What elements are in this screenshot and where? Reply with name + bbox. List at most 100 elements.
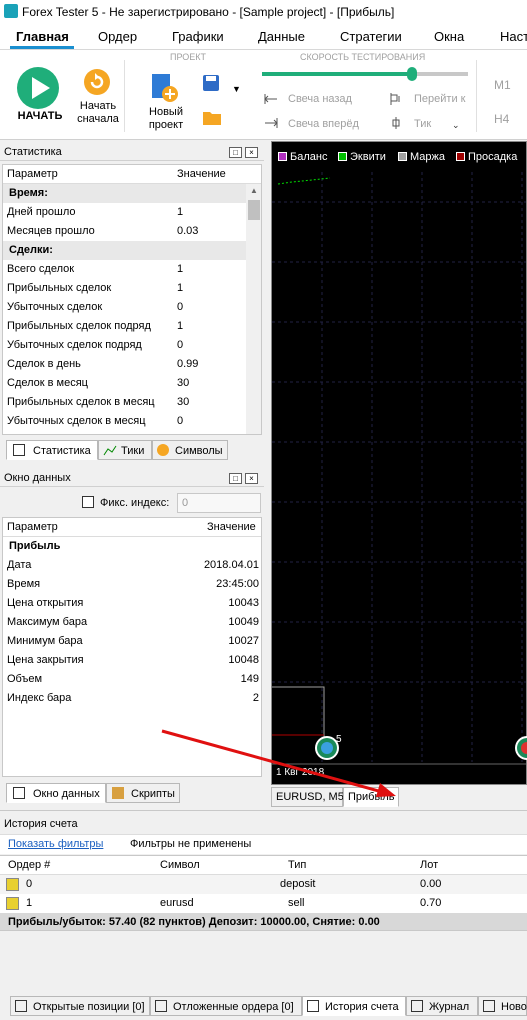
data-row[interactable]: Время 23:45:00 [3,575,261,594]
stats-grid: Параметр Значение Время: Дней прошло 1 Меся… [2,164,262,435]
speed-slider-thumb[interactable] [407,67,418,81]
tab-data[interactable]: Данные [258,29,305,44]
new-project-label[interactable]: Новый проект [140,106,192,132]
stats-row[interactable]: Месяцев прошло 0.03 [3,222,246,241]
restart-label[interactable]: Начать сначала [74,100,122,126]
title-bar: Forex Tester 5 - Не зарегистрировано - [… [0,0,527,24]
tab-windows[interactable]: Окна [434,29,464,44]
history-title: История счета [4,818,78,830]
start-label[interactable]: НАЧАТЬ [14,110,66,123]
history-row[interactable]: 1 eurusd sell 0.70 [0,894,527,913]
stats-param: Прибыльных сделок [7,282,112,294]
restart-icon [84,69,110,95]
timeframe-h4[interactable]: H4 [494,112,509,126]
stats-row[interactable]: Сделок в день 0.99 [3,355,246,374]
project-group-label: ПРОЕКТ [170,52,207,62]
data-value: 10043 [228,597,259,609]
stats-param: Убыточных сделок в месяц [7,415,146,427]
stats-row[interactable]: Убыточных сделок 0 [3,298,246,317]
data-restore-icon[interactable]: □ [229,473,242,484]
speed-slider-fill [262,72,413,76]
candle-forward-button[interactable]: Свеча вперёд [288,118,359,130]
tab-ticks[interactable]: Тики [98,440,152,460]
tab-order[interactable]: Ордер [98,29,137,44]
data-row[interactable]: Объем 149 [3,670,261,689]
tab-news[interactable]: Ново [478,996,527,1016]
stats-row[interactable]: Сделок в месяц 30 [3,374,246,393]
stats-row[interactable]: Убыточных сделок подряд 0 [3,336,246,355]
tab-journal[interactable]: Журнал [406,996,478,1016]
data-row[interactable]: Максимум бара 10049 [3,613,261,632]
data-window-title: Окно данных [0,469,264,487]
history-row[interactable]: 0 deposit 0.00 [0,875,527,894]
goto-button[interactable]: Перейти к [414,93,465,105]
data-row[interactable]: Цена открытия 10043 [3,594,261,613]
tab-ticks-label: Тики [121,445,145,457]
save-dropdown-icon[interactable]: ▼ [232,84,241,94]
tab-home[interactable]: Главная [16,29,69,44]
speed-slider-track[interactable] [262,67,468,81]
app-logo-icon [4,4,18,18]
fix-index-checkbox[interactable] [82,496,94,508]
data-row[interactable]: Индекс бара 2 [3,689,261,708]
data-close-icon[interactable]: × [245,473,258,484]
start-button[interactable] [16,66,60,110]
stats-close-icon[interactable]: × [245,147,258,158]
speed-group-label: СКОРОСТЬ ТЕСТИРОВАНИЯ [300,52,426,62]
save-icon[interactable] [202,74,220,92]
chart-canvas [272,172,526,765]
chart-gridlines [272,172,526,762]
tab-open-positions-label: Открытые позиции [0] [33,1001,145,1013]
stats-row[interactable]: Всего сделок 1 [3,260,246,279]
restart-button[interactable] [83,68,111,96]
tab-strategies[interactable]: Стратегии [340,29,402,44]
show-filters-link[interactable]: Показать фильтры [8,838,103,850]
stats-row[interactable]: Прибыльных сделок подряд 1 [3,317,246,336]
close-order-marker-icon[interactable] [514,735,527,761]
stats-group-row[interactable]: Сделки: [3,241,246,260]
fix-index-input[interactable]: 0 [177,493,261,513]
profit-chart[interactable]: Баланс Эквити Маржа Просадка 5 1 Квг 201… [271,141,527,785]
stats-row[interactable]: Дней прошло 1 [3,203,246,222]
stats-row[interactable]: Прибыльных сделок 1 [3,279,246,298]
data-param: Минимум бара [7,635,83,647]
tab-symbols[interactable]: Символы [152,440,228,460]
pending-icon [155,1000,167,1012]
deposit-icon [6,878,19,891]
play-icon [17,67,59,109]
tab-charts[interactable]: Графики [172,29,224,44]
stats-scrollbar-thumb[interactable] [248,200,260,220]
stats-value: 0 [177,415,184,427]
new-project-button[interactable] [148,72,180,104]
stats-param: Дней прошло [7,206,76,218]
stats-col-value: Значение [177,168,226,180]
data-row[interactable]: Дата 2018.04.01 [3,556,261,575]
tick-dropdown-icon[interactable]: ⌄ [452,120,460,131]
stats-restore-icon[interactable]: □ [229,147,242,158]
tab-open-positions[interactable]: Открытые позиции [0] [10,996,150,1016]
stats-param: Сделок в месяц [7,377,88,389]
stats-param: Прибыльных сделок подряд [7,320,151,332]
data-row[interactable]: Минимум бара 10027 [3,632,261,651]
tab-settings[interactable]: Наст [500,29,527,44]
stats-header: Параметр Значение [3,165,261,184]
stats-group-row[interactable]: Время: [3,184,246,203]
tab-data-window[interactable]: Окно данных [6,783,106,803]
stats-scrollbar[interactable]: ▲ [246,184,261,434]
tab-news-label: Ново [501,1001,527,1013]
stats-param: Время: [9,187,48,199]
stats-row[interactable]: Прибыльных сделок в месяц 30 [3,393,246,412]
candle-back-button[interactable]: Свеча назад [288,93,352,105]
data-window-title-text: Окно данных [4,472,71,484]
menu-bar: Главная Ордер Графики Данные Стратегии О… [0,24,527,50]
stats-row[interactable]: Убыточных сделок в месяц 0 [3,412,246,431]
tab-statistics[interactable]: Статистика [6,440,98,460]
tick-button[interactable]: Тик [414,118,431,130]
timeframe-m1[interactable]: M1 [494,78,511,92]
tab-account-history[interactable]: История счета [302,996,406,1016]
open-folder-icon[interactable] [202,108,222,126]
tab-pending-orders[interactable]: Отложенные ордера [0] [150,996,302,1016]
stats-title: Статистика [4,146,62,158]
data-value: 2018.04.01 [203,559,259,571]
data-row[interactable]: Цена закрытия 10048 [3,651,261,670]
